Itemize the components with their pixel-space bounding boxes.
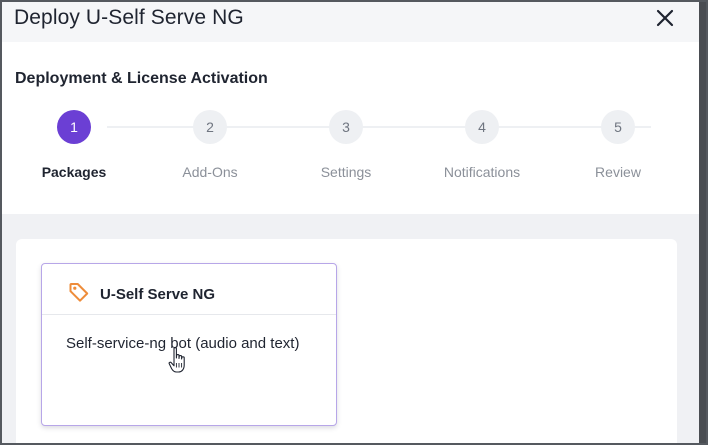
dialog-header: Deploy U-Self Serve NG — [2, 2, 699, 42]
package-description: Self-service-ng bot (audio and text) — [66, 335, 300, 352]
step-number: 4 — [465, 110, 499, 144]
step-number: 2 — [193, 110, 227, 144]
stepper: 1 Packages 2 Add-Ons 3 Settings 4 Notifi… — [2, 102, 699, 192]
step-label: Review — [595, 164, 641, 180]
deploy-dialog: Deploy U-Self Serve NG Deployment & Lice… — [2, 2, 699, 443]
package-card-u-self-serve-ng[interactable]: U-Self Serve NG Self-service-ng bot (aud… — [41, 263, 337, 426]
close-icon — [656, 9, 674, 27]
step-label: Settings — [320, 164, 372, 180]
window-edge — [699, 2, 706, 443]
step-label: Add-Ons — [182, 164, 238, 180]
dialog-title: Deploy U-Self Serve NG — [14, 6, 244, 29]
screenshot-frame: Deploy U-Self Serve NG Deployment & Lice… — [0, 0, 708, 445]
step-label: Notifications — [443, 164, 521, 180]
step-label: Packages — [41, 164, 107, 180]
step-number: 3 — [329, 110, 363, 144]
package-title: U-Self Serve NG — [100, 286, 216, 303]
stepper-track — [107, 126, 651, 128]
package-card-header: U-Self Serve NG — [42, 264, 336, 315]
close-button[interactable] — [652, 5, 678, 31]
tag-icon — [69, 283, 89, 302]
step-number: 1 — [57, 110, 91, 144]
step-number: 5 — [601, 110, 635, 144]
section-title: Deployment & License Activation — [15, 70, 268, 87]
